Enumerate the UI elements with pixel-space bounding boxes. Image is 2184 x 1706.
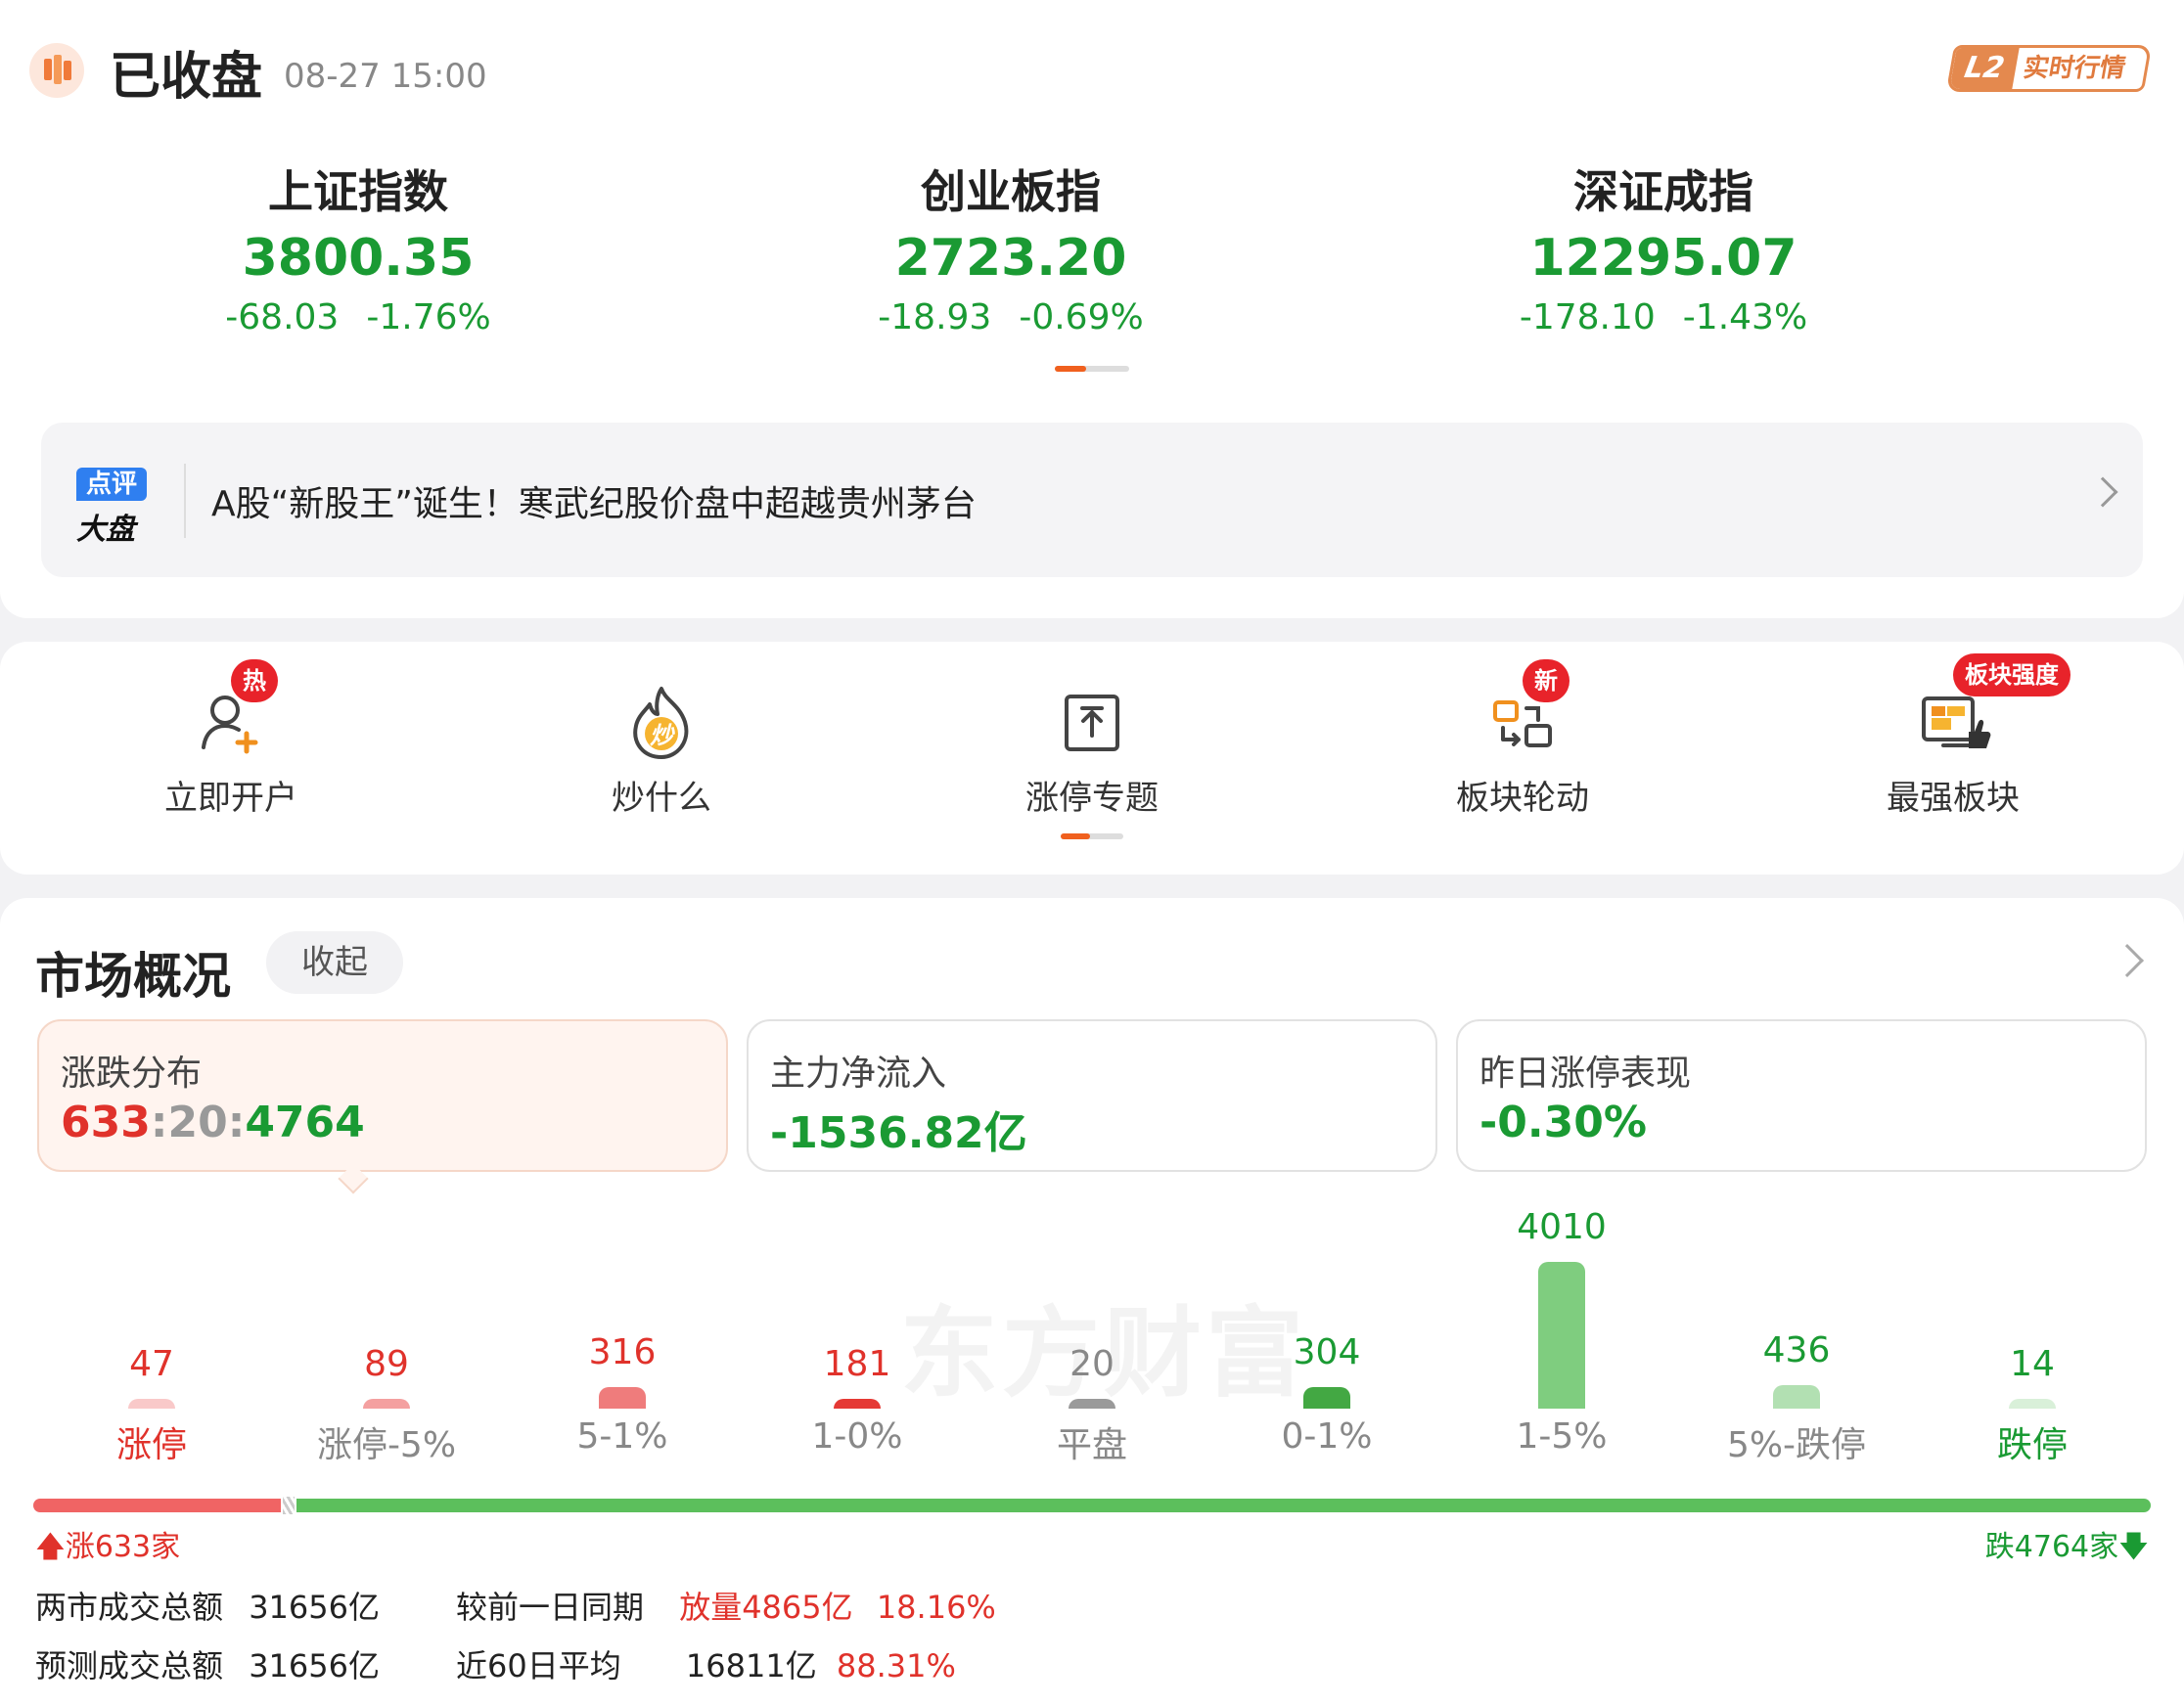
fall-count-label: 跌4764家🡇 <box>1985 1522 2149 1575</box>
volume-value: 31656亿 <box>249 1589 380 1626</box>
volume-compare-row-2: 近60日平均 16811亿 88.31% <box>456 1641 956 1686</box>
bar-value-5: 304 <box>1293 1332 1361 1372</box>
bar-label-3[interactable]: 1-0% <box>759 1416 955 1457</box>
compare-value: 16811亿 <box>685 1647 817 1684</box>
bar-value-4: 20 <box>1069 1344 1115 1384</box>
index-pager-indicator <box>1055 366 1129 372</box>
bar-value-1: 89 <box>364 1344 409 1384</box>
sector-strength-badge: 板块强度 <box>1953 653 2070 696</box>
hot-badge: 热 <box>231 659 278 702</box>
bar-label-0[interactable]: 涨停 <box>54 1416 250 1467</box>
distribution-chart: 47 涨停 89 涨停-5% 316 5-1% 181 1-0% 20 平盘 304 0-1% 4010… <box>0 898 2184 1485</box>
rise-count-label: 🡅涨633家 <box>35 1522 180 1575</box>
compare-label: 较前一日同期 <box>456 1589 645 1626</box>
index-shenzhen[interactable]: 深证成指 12295.07 -178.10 -1.43% <box>1468 157 1859 337</box>
compare-label: 近60日平均 <box>456 1647 621 1684</box>
bar-6 <box>1538 1262 1585 1409</box>
quick-action-what-to-trade[interactable]: 炒 炒什么 <box>515 642 808 875</box>
index-card: 已收盘 08-27 15:00 L2 实时行情 上证指数 3800.35 -68… <box>0 0 2184 618</box>
volume-row-1: 两市成交总额 31656亿 <box>35 1583 380 1628</box>
arrow-up-icon: 🡅 <box>35 1530 66 1564</box>
volume-label: 两市成交总额 <box>35 1589 224 1626</box>
index-percent: -1.43% <box>1682 297 1808 337</box>
bar-label-8[interactable]: 跌停 <box>1934 1416 2130 1467</box>
volume-label: 预测成交总额 <box>35 1647 224 1684</box>
l2-realtime-badge[interactable]: L2 实时行情 <box>1945 45 2153 92</box>
news-logo-bottom: 大盘 <box>76 513 135 547</box>
quick-action-strongest-sector[interactable]: 板块强度 最强板块 <box>1806 642 2100 875</box>
compare-percent: 18.16% <box>876 1589 996 1626</box>
market-status: 已收盘 <box>110 48 263 107</box>
quick-action-label: 最强板块 <box>1887 779 2020 818</box>
bar-3 <box>834 1399 881 1409</box>
volume-value: 31656亿 <box>249 1647 380 1684</box>
market-overview: 市场概况 收起 涨跌分布 633:20:4764 主力净流入 -1536.82亿… <box>0 898 2184 1706</box>
bar-label-6[interactable]: 1-5% <box>1464 1416 1660 1457</box>
quick-actions: 热 立即开户 炒 炒什么 涨停专题 新 板块轮动 板块强度 最强板块 <box>0 642 2184 875</box>
candlestick-icon <box>29 43 84 98</box>
flame-icon-text: 炒 <box>650 722 675 749</box>
bar-label-4[interactable]: 平盘 <box>994 1416 1190 1467</box>
l2-text: 实时行情 <box>2021 54 2128 83</box>
flame-icon: 炒 <box>633 687 689 759</box>
bar-value-8: 14 <box>2010 1344 2055 1384</box>
index-price: 3800.35 <box>242 229 475 288</box>
news-banner[interactable]: 点评 大盘 A股“新股王”诞生！寒武纪股价盘中超越贵州茅台 <box>41 423 2143 577</box>
bar-4 <box>1069 1399 1115 1409</box>
fall-ratio-bar <box>296 1499 2151 1512</box>
quick-actions-pager-indicator <box>1061 833 1123 839</box>
quick-action-open-account[interactable]: 热 立即开户 <box>84 642 378 875</box>
quick-action-label: 板块轮动 <box>1456 779 1589 818</box>
rise-count-text: 涨633家 <box>65 1530 181 1564</box>
bar-value-3: 181 <box>823 1344 891 1384</box>
index-change: -68.03 <box>225 297 340 337</box>
bar-5 <box>1303 1387 1350 1409</box>
index-percent: -1.76% <box>366 297 491 337</box>
volume-compare-row-1: 较前一日同期 放量4865亿 18.16% <box>456 1583 996 1628</box>
bar-value-0: 47 <box>129 1344 174 1384</box>
bar-label-7[interactable]: 5%-跌停 <box>1699 1416 1894 1467</box>
bar-value-2: 316 <box>588 1332 657 1372</box>
quick-action-label: 炒什么 <box>612 779 711 818</box>
fall-count-text: 跌4764家 <box>1984 1530 2119 1564</box>
compare-value: 放量4865亿 <box>679 1589 853 1626</box>
chevron-right-icon <box>2087 476 2118 508</box>
bar-0 <box>128 1399 175 1409</box>
index-price: 12295.07 <box>1529 229 1797 288</box>
rise-ratio-bar <box>33 1499 281 1512</box>
quick-action-limit-up-topic[interactable]: 涨停专题 <box>945 642 1239 875</box>
index-chinext[interactable]: 创业板指 2723.20 -18.93 -0.69% <box>815 157 1206 337</box>
news-divider <box>184 464 186 538</box>
index-price: 2723.20 <box>894 229 1127 288</box>
bar-8 <box>2009 1399 2056 1409</box>
new-badge: 新 <box>1523 659 1570 702</box>
index-name: 创业板指 <box>921 165 1101 218</box>
index-shanghai[interactable]: 上证指数 3800.35 -68.03 -1.76% <box>162 157 554 337</box>
bar-7 <box>1773 1385 1820 1409</box>
bar-label-1[interactable]: 涨停-5% <box>289 1416 484 1467</box>
quick-action-label: 立即开户 <box>164 779 297 818</box>
news-logo-top: 点评 <box>76 468 147 501</box>
bar-value-7: 436 <box>1762 1330 1831 1370</box>
bar-2 <box>599 1387 646 1409</box>
bar-label-5[interactable]: 0-1% <box>1229 1416 1425 1457</box>
quick-action-label: 涨停专题 <box>1025 779 1159 818</box>
bar-label-2[interactable]: 5-1% <box>524 1416 720 1457</box>
compare-percent: 88.31% <box>836 1647 956 1684</box>
ratio-separator <box>283 1497 295 1514</box>
index-name: 深证成指 <box>1573 165 1753 218</box>
market-time: 08-27 15:00 <box>284 57 487 96</box>
bar-1 <box>363 1399 410 1409</box>
index-change: -178.10 <box>1519 297 1656 337</box>
bar-value-6: 4010 <box>1517 1207 1607 1247</box>
l2-tag: L2 <box>1949 48 2020 89</box>
index-name: 上证指数 <box>268 165 448 218</box>
arrow-down-icon: 🡇 <box>2118 1530 2149 1564</box>
index-percent: -0.69% <box>1019 297 1144 337</box>
quick-action-sector-rotation[interactable]: 新 板块轮动 <box>1376 642 1669 875</box>
limit-up-topic-icon <box>1065 695 1119 751</box>
index-change: -18.93 <box>878 297 992 337</box>
volume-row-2: 预测成交总额 31656亿 <box>35 1641 380 1686</box>
news-headline: A股“新股王”诞生！寒武纪股价盘中超越贵州茅台 <box>211 484 977 524</box>
